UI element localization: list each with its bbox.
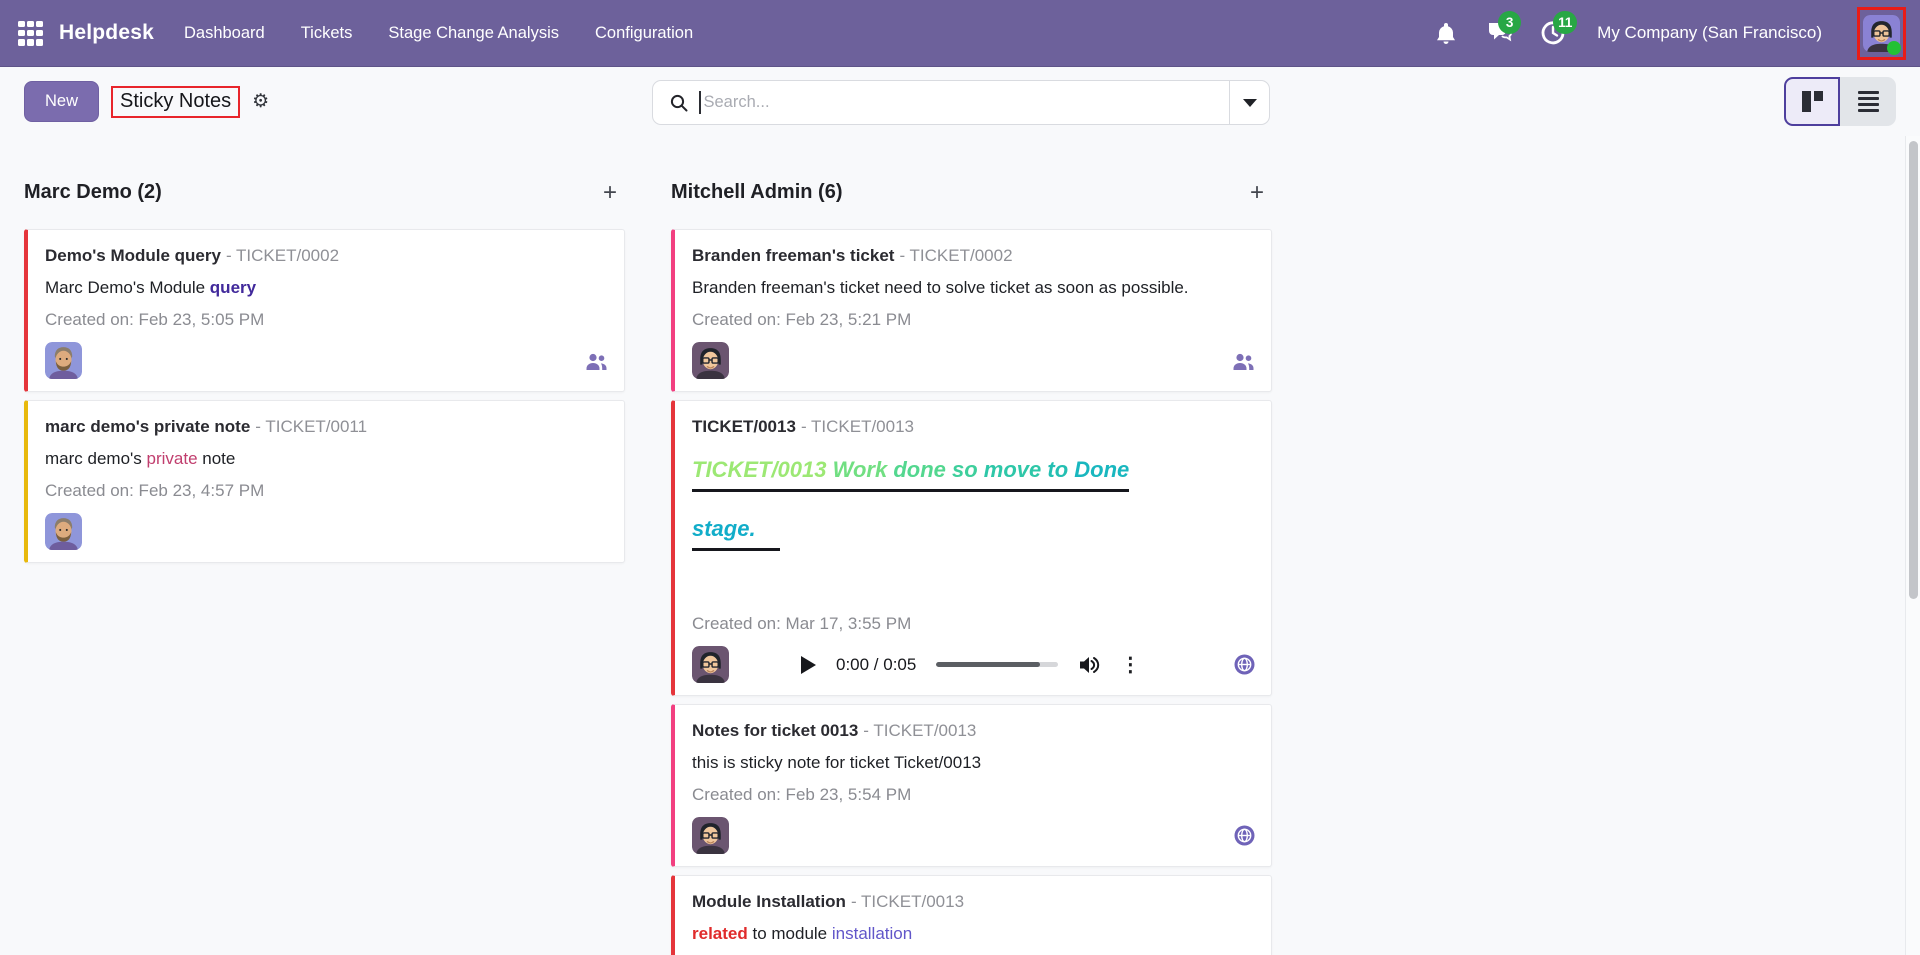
ticket-ref: - TICKET/0011 xyxy=(255,417,368,436)
kebab-menu-icon[interactable]: ⋮ xyxy=(1120,652,1140,677)
card-title: marc demo's private note - TICKET/0011 xyxy=(45,417,368,436)
ticket-ref: - TICKET/0013 xyxy=(800,417,915,436)
card-body: Branden freeman's ticket need to solve t… xyxy=(692,278,1189,297)
messages-icon-wrap[interactable]: 3 xyxy=(1485,11,1522,46)
search-icon xyxy=(670,94,688,111)
bell-icon xyxy=(1437,23,1456,44)
ticket-ref: - TICKET/0002 xyxy=(225,246,340,265)
styled-note-line: TICKET/0013 Work done so move to Done xyxy=(692,455,1255,492)
vertical-scrollbar-track[interactable] xyxy=(1905,136,1920,955)
card-created: Created on: Mar 17, 3:55 PM xyxy=(692,614,912,633)
audio-progress-bar[interactable] xyxy=(936,662,1059,667)
ticket-ref: - TICKET/0002 xyxy=(899,246,1013,265)
globe-icon xyxy=(1234,654,1255,675)
company-switcher[interactable]: My Company (San Francisco) xyxy=(1597,23,1822,43)
avatar-mitchell xyxy=(692,817,729,854)
ticket-ref: - TICKET/0013 xyxy=(863,721,977,740)
avatar-mitchell xyxy=(692,646,729,683)
chevron-down-icon xyxy=(1242,98,1257,107)
kanban-card[interactable]: Branden freeman's ticket - TICKET/0002 Br… xyxy=(671,229,1272,392)
nav-item-tickets[interactable]: Tickets xyxy=(301,24,353,43)
activities-icon-wrap[interactable]: 11 xyxy=(1540,11,1578,46)
audio-progress-fill xyxy=(936,662,1041,667)
play-button[interactable] xyxy=(801,655,816,674)
list-view-button[interactable] xyxy=(1840,77,1896,126)
avatar-marc xyxy=(45,513,82,550)
avatar-marc xyxy=(45,342,82,379)
search-input[interactable] xyxy=(700,93,1229,112)
add-card-button[interactable]: + xyxy=(603,180,617,204)
card-created: Created on: Feb 23, 5:21 PM xyxy=(692,310,912,329)
card-title: Notes for ticket 0013- TICKET/0013 xyxy=(692,721,977,740)
kanban-card[interactable]: marc demo's private note - TICKET/0011 ma… xyxy=(24,400,625,563)
card-title: Demo's Module query - TICKET/0002 xyxy=(45,246,340,265)
gear-icon[interactable]: ⚙ xyxy=(252,92,269,111)
activities-badge: 11 xyxy=(1553,11,1578,34)
card-body: this is sticky note for ticket Ticket/00… xyxy=(692,753,982,772)
card-body: marc demo's private note xyxy=(45,449,236,468)
members-icon xyxy=(586,353,607,370)
column-title: Marc Demo (2) xyxy=(24,181,162,203)
view-switcher xyxy=(1784,77,1896,126)
annotation-box-avatar xyxy=(1857,6,1906,60)
search-bar[interactable] xyxy=(652,80,1270,125)
card-created: Created on: Feb 23, 5:54 PM xyxy=(692,785,912,804)
card-title: Branden freeman's ticket - TICKET/0002 xyxy=(692,246,1013,265)
vertical-scrollbar-thumb[interactable] xyxy=(1909,141,1918,599)
kanban-card-clipped[interactable]: Module Installation - TICKET/0013 related… xyxy=(671,875,1272,955)
notifications-bell-icon[interactable] xyxy=(1434,21,1458,45)
kanban-view-button[interactable] xyxy=(1784,77,1840,126)
new-button[interactable]: New xyxy=(24,81,100,122)
kanban-card-with-audio[interactable]: TICKET/0013- TICKET/0013 TICKET/0013 Wor… xyxy=(671,400,1272,696)
avatar-mitchell xyxy=(692,342,729,379)
search-options-toggle[interactable] xyxy=(1229,81,1269,124)
annotation-box-breadcrumb: Sticky Notes xyxy=(111,85,241,118)
audio-player: 0:00 / 0:05 ⋮ xyxy=(801,652,1234,677)
styled-note-line: stage. xyxy=(692,514,1255,551)
top-navbar: Helpdesk Dashboard Tickets Stage Change … xyxy=(0,0,1920,67)
globe-icon xyxy=(1234,825,1255,846)
app-title: Helpdesk xyxy=(59,21,154,44)
nav-item-configuration[interactable]: Configuration xyxy=(595,24,693,43)
kanban-board: Marc Demo (2) + Demo's Module query - TIC… xyxy=(0,136,1920,955)
volume-icon[interactable] xyxy=(1078,655,1100,675)
kanban-column-marc-demo: Marc Demo (2) + Demo's Module query - TIC… xyxy=(24,180,625,563)
audio-time: 0:00 / 0:05 xyxy=(836,654,917,674)
online-status-dot xyxy=(1887,40,1901,55)
nav-item-stage-change-analysis[interactable]: Stage Change Analysis xyxy=(388,24,559,43)
messages-badge: 3 xyxy=(1498,11,1522,34)
card-title: TICKET/0013- TICKET/0013 xyxy=(692,417,915,436)
nav-item-dashboard[interactable]: Dashboard xyxy=(184,24,265,43)
card-created: Created on: Feb 23, 5:05 PM xyxy=(45,310,265,329)
kanban-card[interactable]: Demo's Module query - TICKET/0002 Marc De… xyxy=(24,229,625,392)
card-body: Marc Demo's Module query xyxy=(45,278,257,297)
ticket-ref: - TICKET/0013 xyxy=(850,892,965,911)
kanban-column-mitchell-admin: Mitchell Admin (6) + Branden freeman's t… xyxy=(671,180,1272,955)
breadcrumb: Sticky Notes xyxy=(120,89,232,112)
control-bar: New Sticky Notes ⚙ xyxy=(0,67,1920,136)
kanban-card[interactable]: Notes for ticket 0013- TICKET/0013 this … xyxy=(671,704,1272,867)
main-menu: Dashboard Tickets Stage Change Analysis … xyxy=(184,24,693,43)
members-icon xyxy=(1233,353,1254,370)
card-body: related to module installation xyxy=(692,924,913,943)
kanban-view-icon xyxy=(1801,91,1823,112)
add-card-button[interactable]: + xyxy=(1250,180,1264,204)
list-view-icon xyxy=(1857,90,1879,113)
apps-grid-icon[interactable] xyxy=(18,20,43,46)
column-title: Mitchell Admin (6) xyxy=(671,181,843,203)
card-created: Created on: Feb 23, 4:57 PM xyxy=(45,481,265,500)
card-title: Module Installation - TICKET/0013 xyxy=(692,892,965,911)
